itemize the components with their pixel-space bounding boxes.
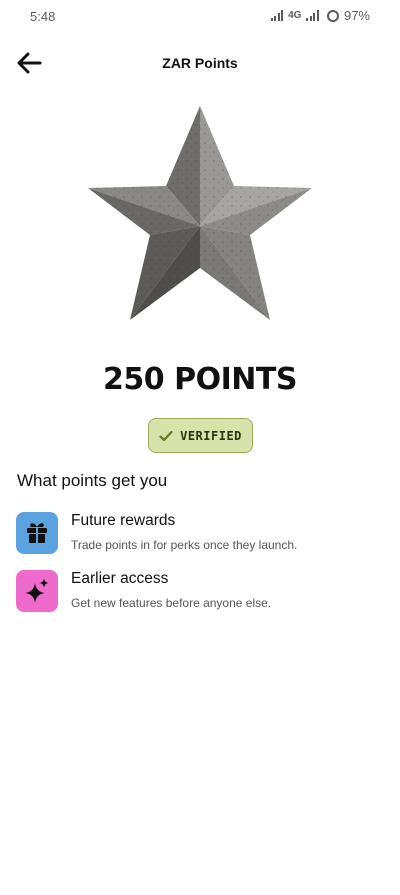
- benefit-description: Get new features before anyone else.: [71, 596, 272, 610]
- benefit-title: Earlier access: [71, 570, 169, 587]
- benefit-description: Trade points in for perks once they laun…: [71, 538, 298, 552]
- header: ZAR Points: [0, 44, 400, 82]
- points-total: 250 POINTS: [103, 362, 297, 397]
- status-time: 5:48: [30, 9, 56, 24]
- battery-level: 97%: [343, 8, 370, 23]
- checkmark-icon: [159, 430, 173, 441]
- signal-icon: [270, 10, 284, 21]
- section-title: What points get you: [17, 471, 168, 490]
- page-title: ZAR Points: [162, 55, 238, 71]
- battery-icon: [326, 9, 339, 22]
- verified-badge: VERIFIED: [148, 418, 253, 453]
- verified-label: VERIFIED: [180, 428, 242, 443]
- status-bar: 5:48 4G 97%: [0, 0, 400, 34]
- gift-icon: [16, 512, 58, 554]
- benefit-earlier-access: Earlier access Get new features before a…: [16, 570, 386, 618]
- network-type: 4G: [288, 10, 302, 21]
- status-indicators: 4G 97%: [270, 8, 370, 23]
- signal-icon: [306, 10, 319, 21]
- concrete-star-icon: [86, 104, 314, 322]
- benefit-future-rewards: Future rewards Trade points in for perks…: [16, 512, 386, 560]
- benefit-title: Future rewards: [71, 512, 176, 529]
- sparkles-icon: [16, 570, 58, 612]
